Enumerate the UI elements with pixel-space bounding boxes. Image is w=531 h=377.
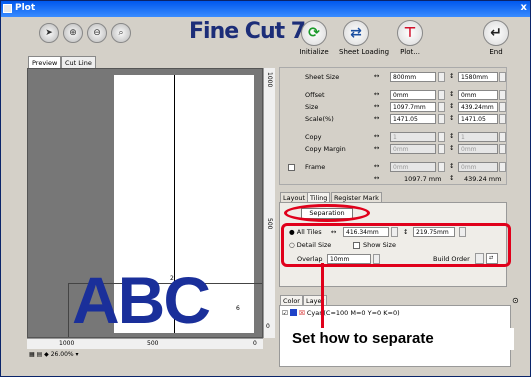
return-icon: ↵ <box>483 20 509 46</box>
app-logo: Fine Cut 7 <box>189 19 306 44</box>
sheet-width-field[interactable]: 800mm <box>390 72 436 82</box>
copy-x-field[interactable]: 1 <box>390 132 436 142</box>
properties-panel: Sheet Size ↔ 800mm ↕ 1580mm Offset ↔ 0mm… <box>279 67 507 185</box>
window-title: Plot <box>15 3 36 13</box>
frame-y-field[interactable]: 0mm <box>458 162 498 172</box>
sheet-height-field[interactable]: 1580mm <box>458 72 498 82</box>
preview-canvas[interactable]: 4 6 2 ABC <box>27 68 263 338</box>
frame-checkbox[interactable] <box>288 164 295 171</box>
height-arrow-icon: ↕ <box>449 72 455 80</box>
tile-divider <box>68 283 69 337</box>
callout-pointer <box>321 263 324 331</box>
copy-margin-row: Copy Margin ↔ 0mm ↕ 0mm <box>280 144 506 155</box>
callout-text: Set how to separate <box>284 328 514 350</box>
scale-row: Scale(%) ↔ 1471.05 ↕ 1471.05 <box>280 114 506 125</box>
offset-x-field[interactable]: 0mm <box>390 90 436 100</box>
layer-swatch <box>289 309 297 316</box>
copy-row: Copy ↔ 1 ↕ 1 <box>280 132 506 143</box>
sheet-size-row: Sheet Size ↔ 800mm ↕ 1580mm <box>280 72 506 83</box>
tab-preview[interactable]: Preview <box>28 56 62 68</box>
cut-mark-icon: ☒ <box>298 309 305 317</box>
totals-row: ↔ 1097.7 mm ↕ 439.24 mm <box>374 174 502 183</box>
copy-margin-x-field[interactable]: 0mm <box>390 144 436 154</box>
status-bar: ▦ ▤ ◆ 26.00% ▾ <box>27 349 275 361</box>
size-width-field[interactable]: 1097.7mm <box>390 102 436 112</box>
total-height: 439.24 mm <box>464 175 502 183</box>
spin-button[interactable] <box>499 72 506 82</box>
plot-button[interactable]: ⊤ Plot... <box>393 20 427 56</box>
size-height-field[interactable]: 439.24mm <box>458 102 498 112</box>
width-arrow-icon: ↔ <box>374 72 380 80</box>
size-row: Size ↔ 1097.7mm ↕ 439.24mm <box>280 102 506 113</box>
copy-margin-y-field[interactable]: 0mm <box>458 144 498 154</box>
highlight-ring <box>284 204 370 222</box>
zoom-fit-icon[interactable]: ⌕ <box>111 23 131 43</box>
scale-y-field[interactable]: 1471.05 <box>458 114 498 124</box>
offset-row: Offset ↔ 0mm ↕ 0mm <box>280 90 506 101</box>
panel-menu-icon[interactable]: ⊙ <box>512 296 519 305</box>
tab-color[interactable]: Color <box>280 295 303 305</box>
close-icon[interactable]: x <box>521 2 527 13</box>
end-button[interactable]: ↵ End <box>479 20 513 56</box>
spin-button[interactable] <box>438 72 445 82</box>
zoom-out-icon[interactable]: ⊖ <box>87 23 107 43</box>
app-icon <box>3 4 12 13</box>
chevron-down-icon[interactable]: ▾ <box>76 351 79 358</box>
zoom-in-icon[interactable]: ⊕ <box>63 23 83 43</box>
preview-artwork-text: ABC <box>72 263 211 337</box>
visible-checkbox[interactable]: ☑ <box>282 309 288 317</box>
offset-y-field[interactable]: 0mm <box>458 90 498 100</box>
tab-tiling[interactable]: Tiling <box>307 192 331 202</box>
tab-register-mark[interactable]: Register Mark <box>331 192 382 202</box>
sheet-loading-button[interactable]: ⇄ Sheet Loading <box>339 20 389 56</box>
plot-icon: ⊤ <box>397 20 423 46</box>
zoom-level[interactable]: 26.00% <box>51 351 74 358</box>
refresh-icon: ⟳ <box>301 20 327 46</box>
pointer-icon[interactable]: ➤ <box>39 23 59 43</box>
title-bar: Plot x <box>1 1 530 17</box>
vertical-ruler: 1000 500 0 <box>263 68 275 338</box>
tile-number: 6 <box>236 305 240 312</box>
highlight-box <box>281 223 511 267</box>
tab-cut-line[interactable]: Cut Line <box>61 56 96 68</box>
plot-window: Plot x ➤ ⊕ ⊖ ⌕ Fine Cut 7 ⟳ Initialize ⇄… <box>0 0 531 377</box>
frame-row: Frame ↔ 0mm ↕ 0mm <box>280 162 506 173</box>
copy-y-field[interactable]: 1 <box>458 132 498 142</box>
total-width: 1097.7 mm <box>404 175 442 183</box>
layer-row[interactable]: ☑ ☒ Cyan(C=100 M=0 Y=0 K=0) <box>282 309 400 317</box>
initialize-button[interactable]: ⟳ Initialize <box>297 20 331 56</box>
tab-layout[interactable]: Layout <box>280 192 309 202</box>
frame-x-field[interactable]: 0mm <box>390 162 436 172</box>
swap-icon: ⇄ <box>343 20 369 46</box>
grid-icon[interactable]: ▦ ▤ ◆ <box>29 351 49 358</box>
horizontal-ruler: 1000 500 0 <box>27 338 263 349</box>
scale-x-field[interactable]: 1471.05 <box>390 114 436 124</box>
